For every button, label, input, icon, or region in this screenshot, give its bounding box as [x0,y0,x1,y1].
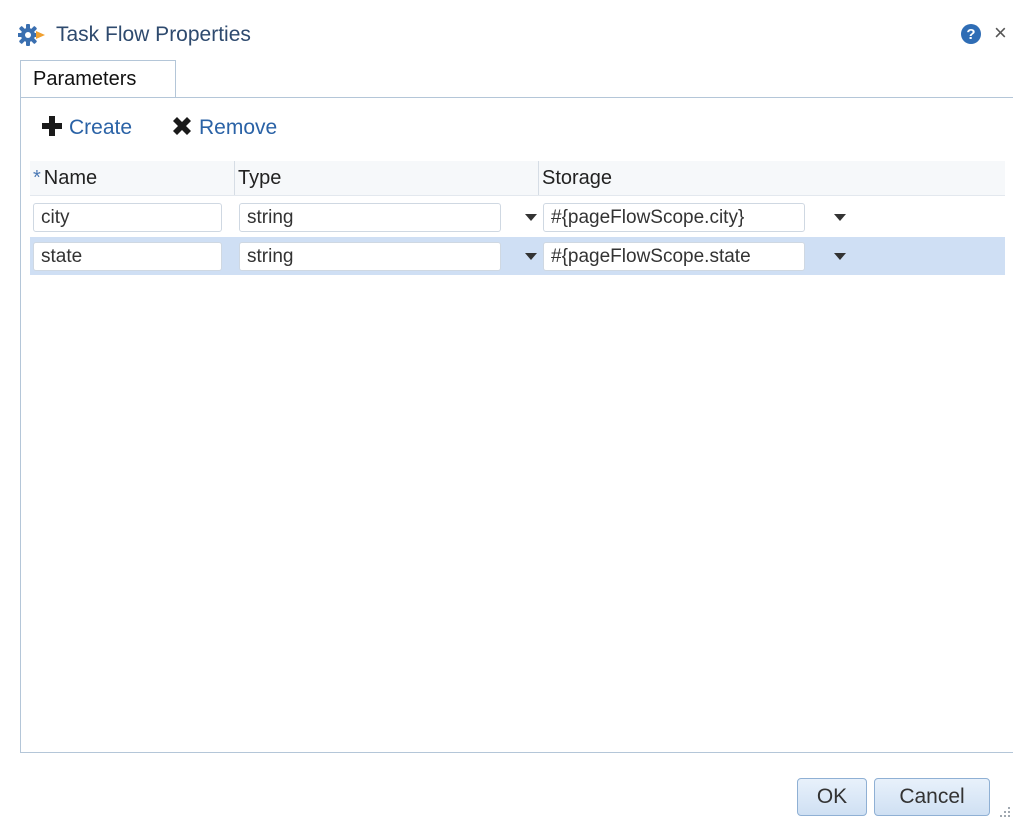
cancel-button[interactable]: Cancel [874,778,990,816]
table-row[interactable]: city string #{pageFlowScope.city} [30,198,1005,236]
plus-icon [40,114,64,143]
ok-button[interactable]: OK [797,778,867,816]
remove-label: Remove [199,116,278,139]
tab-parameters[interactable]: Parameters [20,60,176,98]
column-header-type[interactable]: Type [234,161,538,195]
column-label: Name [43,167,98,189]
create-button[interactable]: Create [40,112,132,144]
storage-dropdown-arrow-icon[interactable] [833,198,847,236]
remove-button[interactable]: Remove [170,112,277,144]
storage-dropdown-arrow-icon[interactable] [833,237,847,275]
type-dropdown-arrow-icon[interactable] [524,237,538,275]
storage-field[interactable]: #{pageFlowScope.city} [543,203,805,232]
dialog-title: Task Flow Properties [56,23,251,46]
task-flow-gear-icon [17,22,46,48]
help-icon[interactable]: ? [960,23,982,45]
name-field[interactable]: city [33,203,222,232]
type-dropdown-arrow-icon[interactable] [524,198,538,236]
column-header-name[interactable]: * Name [30,161,234,195]
column-label: Storage [542,167,613,189]
type-select[interactable]: string [239,242,501,271]
table-header: * Name Type Storage [30,161,1005,196]
resize-grip-icon[interactable] [996,803,1012,819]
tab-label: Parameters [33,68,137,90]
name-field[interactable]: state [33,242,222,271]
storage-field[interactable]: #{pageFlowScope.state [543,242,805,271]
svg-text:?: ? [966,26,975,43]
column-label: Type [238,167,282,189]
required-marker: * [33,167,41,189]
x-icon [170,114,194,143]
create-label: Create [69,116,133,139]
column-header-storage[interactable]: Storage [538,161,1005,195]
type-select[interactable]: string [239,203,501,232]
table-row-selected[interactable]: state string #{pageFlowScope.state [30,237,1005,275]
close-icon[interactable]: × [994,20,1007,46]
